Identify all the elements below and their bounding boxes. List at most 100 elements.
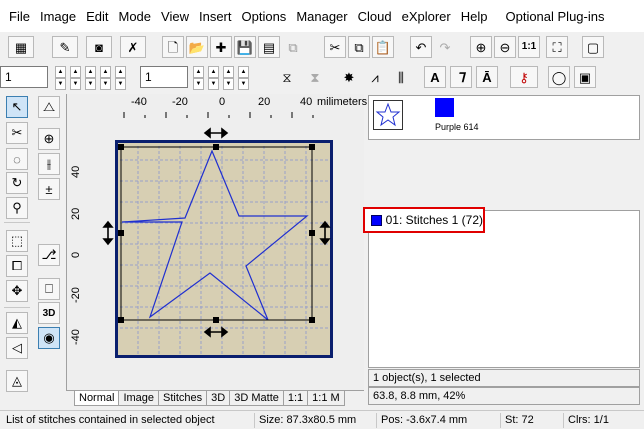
tab-1to1[interactable]: 1:1 (282, 391, 309, 406)
shape-tool-icon[interactable]: ⧍ (38, 96, 60, 118)
star-outline[interactable] (121, 149, 309, 321)
crop-icon[interactable]: ⧠ (6, 255, 28, 277)
center-vertical-icon[interactable]: ± (38, 178, 60, 200)
tab-3d[interactable]: 3D (206, 391, 231, 406)
ruler-h-tick: 0 (219, 96, 226, 108)
rectangle-select-icon[interactable]: ⬚ (6, 230, 28, 252)
menu-optional-plugins[interactable]: Optional Plug-ins (500, 9, 609, 24)
star-icon (375, 102, 401, 127)
new-file-icon[interactable]: 🗋 (162, 36, 184, 58)
open-folder-icon[interactable]: 📂 (186, 36, 208, 58)
redo-icon: ↷ (439, 39, 451, 55)
center-horizontal-icon[interactable]: ⫲ (38, 153, 60, 175)
edit-nodes-icon[interactable]: ✂ (6, 122, 28, 144)
rotate-icon[interactable]: ↻ (6, 172, 28, 194)
vertical-ruler: 40 20 0 -20 -40 (66, 120, 84, 370)
zigzag-icon[interactable]: ⩘ (364, 66, 386, 88)
zoom-1to1-icon[interactable]: 1:1 (518, 36, 540, 58)
menu-mode[interactable]: Mode (114, 9, 157, 24)
spin-2-arrows[interactable]: ▲ ▼ (70, 66, 81, 90)
zoom-fit-icon[interactable]: ⛶ (546, 36, 568, 58)
spin-4-arrows[interactable]: ▲ ▼ (100, 66, 111, 90)
mirror-icon[interactable]: ⧖ (276, 66, 298, 88)
menu-view[interactable]: View (156, 9, 194, 24)
menu-file[interactable]: File (4, 9, 35, 24)
density-combo[interactable]: 1 (140, 66, 188, 88)
status-position: Pos: -3.6x7.4 mm (376, 413, 471, 428)
magnifier-icon[interactable]: ⚲ (6, 197, 28, 219)
menu-edit[interactable]: Edit (81, 9, 113, 24)
key-icon[interactable]: ⚷ (510, 66, 538, 88)
select-arrow-icon[interactable]: ↖ (6, 96, 28, 118)
dimension-info: 63.8, 8.8 mm, 42% (368, 387, 640, 405)
ruler-h-tick: -20 (172, 96, 188, 108)
design-thumbnail[interactable] (373, 100, 403, 130)
status-stitches: St: 72 (500, 413, 538, 428)
ruler-h-marks (123, 112, 314, 118)
save-small-icon[interactable]: ▣ (574, 66, 596, 88)
tab-3d-matte[interactable]: 3D Matte (229, 391, 284, 406)
camera-icon[interactable]: ◙ (86, 36, 112, 58)
sew-sim-icon[interactable]: ⎇ (38, 244, 60, 266)
stitch-object-list[interactable] (368, 210, 640, 368)
columns-icon[interactable]: ⫼ (390, 66, 412, 88)
ruler-h-tick: 40 (300, 96, 313, 108)
menu-cloud[interactable]: Cloud (353, 9, 397, 24)
menu-explorer[interactable]: eXplorer (397, 9, 456, 24)
cut-icon[interactable]: ✂ (324, 36, 346, 58)
text-curve-icon[interactable]: Ꞁ (450, 66, 472, 88)
skew-icon[interactable]: ◁ (6, 337, 28, 359)
frame-icon[interactable]: ⎕ (38, 278, 60, 300)
star-design[interactable] (100, 126, 340, 366)
list-item[interactable]: 01: Stitches 1 (72) (363, 207, 485, 233)
lasso-icon[interactable]: ◯ (548, 66, 570, 88)
menu-manager[interactable]: Manager (291, 9, 352, 24)
menu-help[interactable]: Help (456, 9, 493, 24)
view-3d-icon[interactable]: 3D (38, 302, 60, 324)
print-icon[interactable]: ▤ (258, 36, 280, 58)
spin-1-arrows[interactable]: ▲ ▼ (55, 66, 66, 90)
spin-3-arrows[interactable]: ▲ ▼ (85, 66, 96, 90)
menu-options[interactable]: Options (237, 9, 292, 24)
tab-1to1-m[interactable]: 1:1 M (307, 391, 345, 406)
thread-panel: Purple 614 (368, 95, 640, 140)
text-a-icon[interactable]: A (424, 66, 446, 88)
tab-stitches[interactable]: Stitches (158, 391, 208, 406)
move-icon[interactable]: ✥ (6, 280, 28, 302)
mirror-vertical-icon[interactable]: ◭ (6, 312, 28, 334)
spin-9-arrows[interactable]: ▲ ▼ (238, 66, 249, 90)
save-icon[interactable]: 💾 (234, 36, 256, 58)
zoom-in-icon[interactable]: ⊕ (470, 36, 492, 58)
stitch-spacing-combo[interactable]: 1 (0, 66, 48, 88)
spin-8-arrows[interactable]: ▲ ▼ (223, 66, 234, 90)
tab-normal[interactable]: Normal (74, 391, 120, 406)
selection-frame[interactable] (120, 146, 313, 321)
wand-icon[interactable]: ✎ (52, 36, 78, 58)
tab-image[interactable]: Image (118, 391, 160, 406)
undo-icon[interactable]: ↶ (410, 36, 432, 58)
menu-insert[interactable]: Insert (194, 9, 237, 24)
copy-icon[interactable]: ⧉ (348, 36, 370, 58)
spin-7-arrows[interactable]: ▲ ▼ (208, 66, 219, 90)
add-file-icon[interactable]: ✚ (210, 36, 232, 58)
status-colors: Clrs: 1/1 (563, 413, 613, 428)
star-tool-icon[interactable]: ✸ (338, 66, 360, 88)
align-icon[interactable]: ◬ (6, 370, 28, 392)
magic-select-icon[interactable]: ✗ (120, 36, 146, 58)
paste-icon[interactable]: 📋 (372, 36, 394, 58)
selection-info: 1 object(s), 1 selected (368, 369, 640, 387)
preview-eye-icon[interactable]: ◉ (38, 327, 60, 349)
text-outline-icon[interactable]: Ā (476, 66, 498, 88)
spin-6-arrows[interactable]: ▲ ▼ (193, 66, 204, 90)
lasso-select-icon[interactable]: ◌ (6, 148, 28, 170)
sewing-machine-icon[interactable]: ▦ (8, 36, 34, 58)
thread-color-swatch[interactable] (435, 98, 454, 117)
menu-image[interactable]: Image (35, 9, 81, 24)
stop-icon[interactable]: ▢ (582, 36, 604, 58)
spin-5-arrows[interactable]: ▲ ▼ (115, 66, 126, 90)
ruler-v-tick: 0 (70, 251, 82, 258)
zoom-out-icon[interactable]: ⊖ (494, 36, 516, 58)
ruler-v-tick: -40 (70, 329, 82, 345)
center-icon[interactable]: ⊕ (38, 128, 60, 150)
thread-name: Purple 614 (435, 122, 479, 132)
